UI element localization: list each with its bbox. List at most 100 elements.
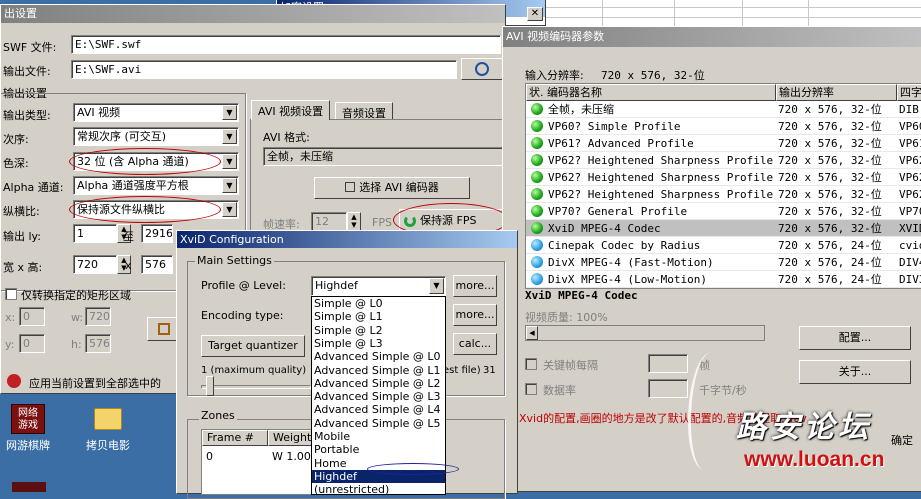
encoding-more-button[interactable]: more... [453,304,497,326]
rect-h-input[interactable]: 576 [85,334,111,353]
fps-input[interactable]: 12 [311,212,347,231]
quantizer-slider-thumb[interactable] [206,376,214,396]
desktop-icon-games[interactable]: 网络 游戏 网游棋牌 [4,404,52,452]
codec-row[interactable]: Cinepak Codec by Radius 720 x 576, 24-位 cv… [526,237,921,254]
size-label: 宽 x 高: [3,261,43,274]
quality-slider-thumb[interactable]: ◀ [526,326,538,340]
codec-row[interactable]: VP62? Heightened Sharpness Profile 720 x … [526,186,921,203]
profile-option[interactable]: (unrestricted) [312,483,445,494]
profile-option[interactable]: Simple @ L0 [312,297,445,310]
profile-option[interactable]: Simple @ L2 [312,324,445,337]
ok-button-label[interactable]: 确定 [891,432,913,448]
frames-label: 输出 ly: [3,230,41,243]
profile-label: Profile @ Level: [201,279,286,292]
codec-name: VP60? Simple Profile [548,120,681,133]
profile-option[interactable]: Mobile [312,430,445,443]
swf-path-field[interactable]: E:\SWF.swf [71,35,501,54]
output-path-field[interactable]: E:\SWF.avi [71,60,457,79]
chevron-down-icon: ▼ [222,202,237,217]
keyframe-input[interactable] [648,354,688,373]
col-res-header[interactable]: 输出分辨率 [776,84,897,101]
zones-col-frame[interactable]: Frame # [202,430,268,446]
desktop-icon-movies[interactable]: 拷贝电影 [78,404,138,452]
config-button[interactable]: 配置... [799,326,911,350]
ratio-select[interactable]: 保持源文件纵横比 ▼ [73,200,239,219]
codec-row[interactable]: DivX MPEG-4 (Low-Motion) 720 x 576, 24-位 D… [526,271,921,288]
about-button[interactable]: 关于... [799,360,911,384]
chevron-down-icon: ▼ [222,154,237,169]
codec-res: 720 x 576, 24-位 [778,256,882,269]
top-window-close-button[interactable]: ✕ [527,7,543,21]
codec-row[interactable]: VP62? Heightened Sharpness Profile 720 x … [526,152,921,169]
profile-option[interactable]: Portable [312,443,445,456]
rect-checkbox[interactable] [5,288,17,300]
codec-row[interactable]: VP70? General Profile 720 x 576, 32-位 VP70 [526,203,921,220]
codec-fourcc: DIB [899,103,919,116]
rect-y-input[interactable]: 0 [19,334,45,353]
codec-row[interactable]: VP62? Heightened Sharpness Profile 720 x … [526,169,921,186]
status-green-icon [531,171,543,183]
order-select[interactable]: 常规次序 (可交互) ▼ [73,127,239,146]
folder-icon [94,408,122,430]
codec-row[interactable]: DivX MPEG-4 (Fast-Motion) 720 x 576, 24-位… [526,254,921,271]
codec-name: DivX MPEG-4 (Fast-Motion) [548,256,714,269]
codec-title: AVI 视频编码器参数 [506,30,605,43]
codec-list[interactable]: 状. 编码器名称 输出分辨率 四字 全帧，未压缩 720 x 576, 32-位 D… [525,83,921,289]
depth-select[interactable]: 32 位 (含 Alpha 通道) ▼ [73,152,239,171]
codec-row[interactable]: VP60? Simple Profile 720 x 576, 32-位 VP60 [526,118,921,135]
depth-label: 色深: [3,157,29,170]
profile-option[interactable]: Advanced Simple @ L0 [312,350,445,363]
browse-output-button[interactable] [461,58,503,80]
alpha-select[interactable]: Alpha 通道强度平方根 ▼ [73,176,239,195]
codec-row[interactable]: XviD MPEG-4 Codec 720 x 576, 32-位 XVID [526,220,921,237]
movies-label: 拷贝电影 [86,439,130,452]
codec-row[interactable]: 全帧，未压缩 720 x 576, 32-位 DIB [526,101,921,118]
profile-option[interactable]: Advanced Simple @ L5 [312,417,445,430]
status-green-icon [531,188,543,200]
keyframe-checkbox[interactable] [525,358,537,370]
datarate-input[interactable] [648,379,688,398]
profile-option[interactable]: Simple @ L3 [312,337,445,350]
frame-from-input[interactable]: 1 [73,224,117,243]
calc-button[interactable]: calc... [453,333,497,355]
keyframe-label: 关键帧每隔 [543,359,598,372]
profile-option[interactable]: Advanced Simple @ L3 [312,390,445,403]
tab-audio[interactable]: 音频设置 [335,102,393,120]
codec-row[interactable]: VP61? Advanced Profile 720 x 576, 32-位 VP6… [526,135,921,152]
profile-option[interactable]: Advanced Simple @ L1 [312,364,445,377]
col-fourcc-header[interactable]: 四字 [897,84,921,101]
width-input[interactable]: 720 [73,255,117,274]
codec-fourcc: cvid [899,239,921,252]
height-input[interactable]: 576 [141,255,173,274]
quality-label: 视频质量: 100% [525,311,608,324]
target-quantizer-button[interactable]: Target quantizer [201,335,305,357]
fps-spinner[interactable]: ▲ ▼ [347,212,361,231]
codec-res: 720 x 576, 32-位 [778,120,882,133]
avi-format-field[interactable]: 全帧，未压缩 [263,147,503,166]
highdef-highlight-ellipse [367,463,459,475]
profile-select[interactable]: Highdef ▼ [311,276,446,296]
quality-slider[interactable]: ◀ [525,325,765,341]
zones-table[interactable]: Frame # Weight 0 W 1.00 [201,429,318,495]
profile-more-button[interactable]: more... [453,275,497,297]
datarate-checkbox[interactable] [525,383,537,395]
profile-option[interactable]: Advanced Simple @ L4 [312,403,445,416]
desktop-icon-partial[interactable] [12,482,46,492]
profile-option[interactable]: Advanced Simple @ L2 [312,377,445,390]
export-titlebar: 出设置 [1,5,505,23]
rect-w-input[interactable]: 720 [85,307,111,326]
status-green-icon [531,137,543,149]
frame-icon [158,323,170,335]
export-title: 出设置 [4,7,37,20]
frame-to-input[interactable]: 2916 [141,224,173,243]
quantizer-slider[interactable] [201,376,311,396]
codec-name: VP70? General Profile [548,205,688,218]
frame-to-label: 至 [123,230,134,243]
chevron-down-icon: ▼ [222,129,237,144]
tab-avi-video[interactable]: AVI 视频设置 [251,100,331,120]
col-name-header[interactable]: 状. 编码器名称 [526,84,776,101]
choose-encoder-button[interactable]: 选择 AVI 编码器 [314,177,470,199]
rect-x-input[interactable]: 0 [19,307,45,326]
profile-option[interactable]: Simple @ L1 [312,310,445,323]
type-select[interactable]: AVI 视频 ▼ [73,103,239,122]
